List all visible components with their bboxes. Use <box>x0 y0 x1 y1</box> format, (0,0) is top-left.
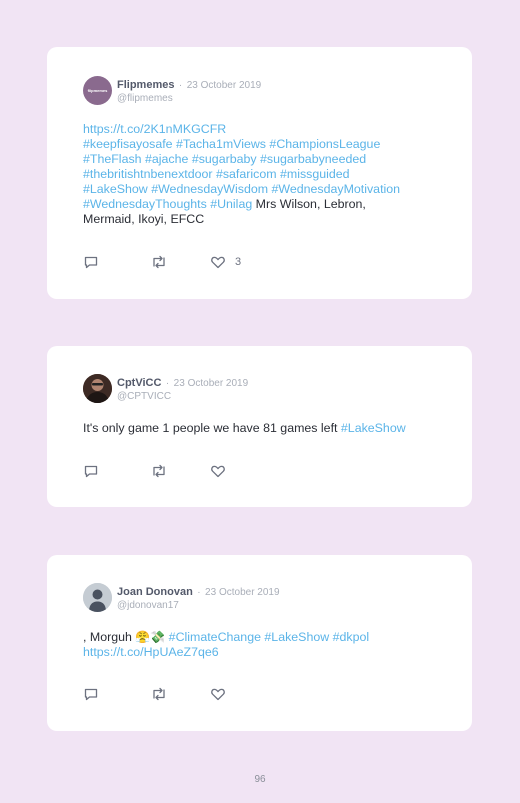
hashtags-line-3[interactable]: #thebritishtnbenextdoor #safaricom #miss… <box>83 167 350 181</box>
like-icon <box>210 254 226 270</box>
avatar-label: flipmemes <box>87 88 108 93</box>
tweet-text-body: , Morguh <box>83 630 136 644</box>
page-number: 96 <box>254 774 266 785</box>
like-count: 3 <box>235 256 242 268</box>
separator-dot: · <box>197 586 201 598</box>
author-handle[interactable]: @flipmemes <box>117 92 261 105</box>
author-handle[interactable]: @jdonovan17 <box>117 599 280 612</box>
tweet-text: It's only game 1 people we have 81 games… <box>83 421 436 436</box>
separator-dot: · <box>178 79 183 91</box>
tweet-text: https://t.co/2K1nMKGCFR #keepfisayosafe … <box>83 122 436 227</box>
tweet-link[interactable]: https://t.co/2K1nMKGCFR <box>83 122 226 136</box>
tweet-card-flipmemes: flipmemes Flipmemes · 23 October 2019 @f… <box>47 47 472 299</box>
default-avatar-icon <box>83 583 112 612</box>
tweet-text-body: It's only game 1 people we have 81 games… <box>83 421 341 435</box>
avatar[interactable] <box>83 374 112 403</box>
author-handle[interactable]: @CPTVICC <box>117 390 248 403</box>
tweet-actions: 3 <box>83 254 241 270</box>
tweet-card-cptvicc: CptViCC · 23 October 2019 @CPTVICC It's … <box>47 346 472 507</box>
tweet-card-joan-donovan: Joan Donovan · 23 October 2019 @jdonovan… <box>47 555 472 731</box>
avatar[interactable]: flipmemes <box>83 76 112 105</box>
retweet-icon[interactable] <box>150 463 168 479</box>
tweet-text-tail: Mrs Wilson, Lebron, <box>252 197 366 211</box>
like-icon[interactable] <box>210 463 226 479</box>
retweet-icon[interactable] <box>150 686 168 702</box>
separator-dot: · <box>165 377 170 389</box>
hashtags-line-5[interactable]: #WednesdayThoughts #Unilag <box>83 197 252 211</box>
hashtag-links[interactable]: #ClimateChange #LakeShow #dkpol <box>165 630 369 644</box>
reply-icon[interactable] <box>83 254 99 270</box>
tweet-actions <box>83 463 226 479</box>
avatar[interactable] <box>83 583 112 612</box>
hashtag-link[interactable]: #LakeShow <box>341 421 406 435</box>
tweet-date[interactable]: 23 October 2019 <box>205 587 280 598</box>
reply-icon[interactable] <box>83 463 99 479</box>
hashtags-line-1[interactable]: #keepfisayosafe #Tacha1mViews #Champions… <box>83 137 380 151</box>
tweet-text-last-line: Mermaid, Ikoyi, EFCC <box>83 212 205 226</box>
hashtags-line-2[interactable]: #TheFlash #ajache #sugarbaby #sugarbabyn… <box>83 152 366 166</box>
author-name[interactable]: Flipmemes <box>117 79 174 91</box>
retweet-icon[interactable] <box>150 254 168 270</box>
like-icon[interactable] <box>210 686 226 702</box>
tweet-header: Joan Donovan · 23 October 2019 @jdonovan… <box>83 583 280 612</box>
like-button[interactable]: 3 <box>210 254 241 270</box>
avatar-photo-icon <box>83 374 112 403</box>
tweet-header: flipmemes Flipmemes · 23 October 2019 @f… <box>83 76 261 105</box>
hashtags-line-4[interactable]: #LakeShow #WednesdayWisdom #WednesdayMot… <box>83 182 400 196</box>
reply-icon[interactable] <box>83 686 99 702</box>
emoji: 😤💸 <box>135 630 166 644</box>
tweet-actions <box>83 686 226 702</box>
tweet-date[interactable]: 23 October 2019 <box>187 80 262 91</box>
author-name[interactable]: CptViCC <box>117 377 161 389</box>
tweet-date[interactable]: 23 October 2019 <box>174 378 249 389</box>
tweet-header: CptViCC · 23 October 2019 @CPTVICC <box>83 374 248 403</box>
author-name[interactable]: Joan Donovan <box>117 586 193 598</box>
tweet-text: , Morguh 😤💸 #ClimateChange #LakeShow #dk… <box>83 630 436 660</box>
tweet-link[interactable]: https://t.co/HpUAeZ7qe6 <box>83 645 219 659</box>
